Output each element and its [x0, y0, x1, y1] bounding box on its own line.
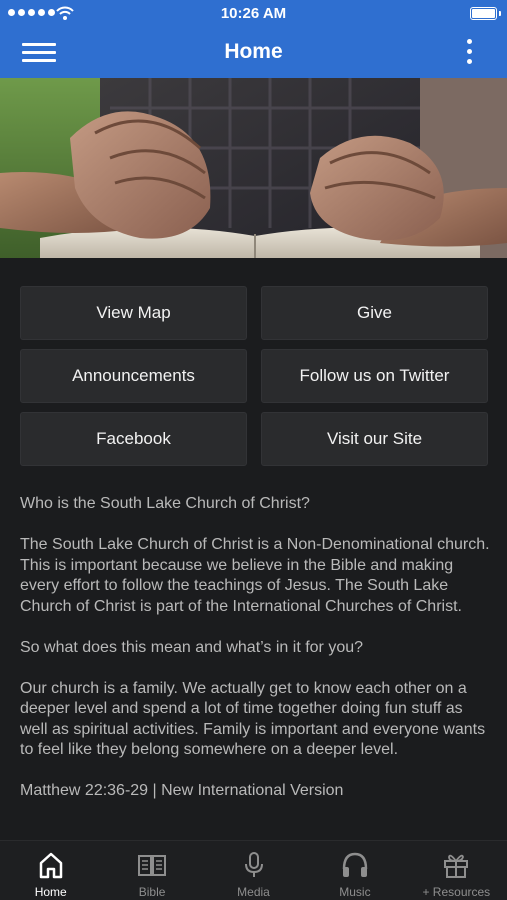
scripture-reference: Matthew 22:36-29 | New International Ver…	[20, 782, 344, 799]
battery-icon	[470, 7, 501, 20]
bible-icon	[138, 855, 167, 876]
microphone-icon	[244, 852, 263, 877]
follow-twitter-button[interactable]: Follow us on Twitter	[261, 349, 488, 403]
headphones-icon	[342, 852, 368, 877]
tab-label-music: Music	[339, 885, 371, 899]
tab-music[interactable]: Music	[304, 841, 405, 900]
facebook-button[interactable]: Facebook	[20, 412, 247, 466]
announcements-button[interactable]: Announcements	[20, 349, 247, 403]
about-question: So what does this mean and what’s in it …	[20, 638, 364, 656]
about-content: Who is the South Lake Church of Christ? …	[20, 494, 494, 822]
status-bar: 10:26 AM	[0, 0, 507, 28]
tab-media[interactable]: Media	[203, 841, 304, 900]
more-options-icon[interactable]	[459, 39, 479, 69]
tab-label-bible: Bible	[138, 885, 166, 899]
app-bar: Home	[0, 28, 507, 78]
about-paragraph-2: Our church is a family. We actually get …	[20, 679, 486, 759]
hero-image-praying-hands	[0, 78, 507, 258]
about-paragraph-1: The South Lake Church of Christ is a Non…	[20, 536, 490, 615]
tab-resources[interactable]: + Resources	[406, 841, 507, 900]
page-title: Home	[224, 40, 283, 63]
app-screen: 10:26 AM Home View Map Give Announcement…	[0, 0, 507, 900]
tab-bible[interactable]: Bible	[101, 841, 202, 900]
action-button-grid: View Map Give Announcements Follow us on…	[20, 286, 488, 466]
tab-home[interactable]: Home	[0, 841, 101, 900]
visit-site-button[interactable]: Visit our Site	[261, 412, 488, 466]
view-map-button[interactable]: View Map	[20, 286, 247, 340]
status-time: 10:26 AM	[220, 5, 287, 22]
tab-label-resources: + Resources	[422, 885, 491, 899]
give-button[interactable]: Give	[261, 286, 488, 340]
gift-icon	[444, 854, 469, 878]
bottom-tab-bar: Home Bible Media Music + Resources	[0, 840, 507, 900]
home-icon	[39, 852, 62, 879]
tab-label-home: Home	[34, 885, 67, 899]
about-heading: Who is the South Lake Church of Christ?	[20, 495, 310, 512]
tab-label-media: Media	[237, 885, 270, 899]
